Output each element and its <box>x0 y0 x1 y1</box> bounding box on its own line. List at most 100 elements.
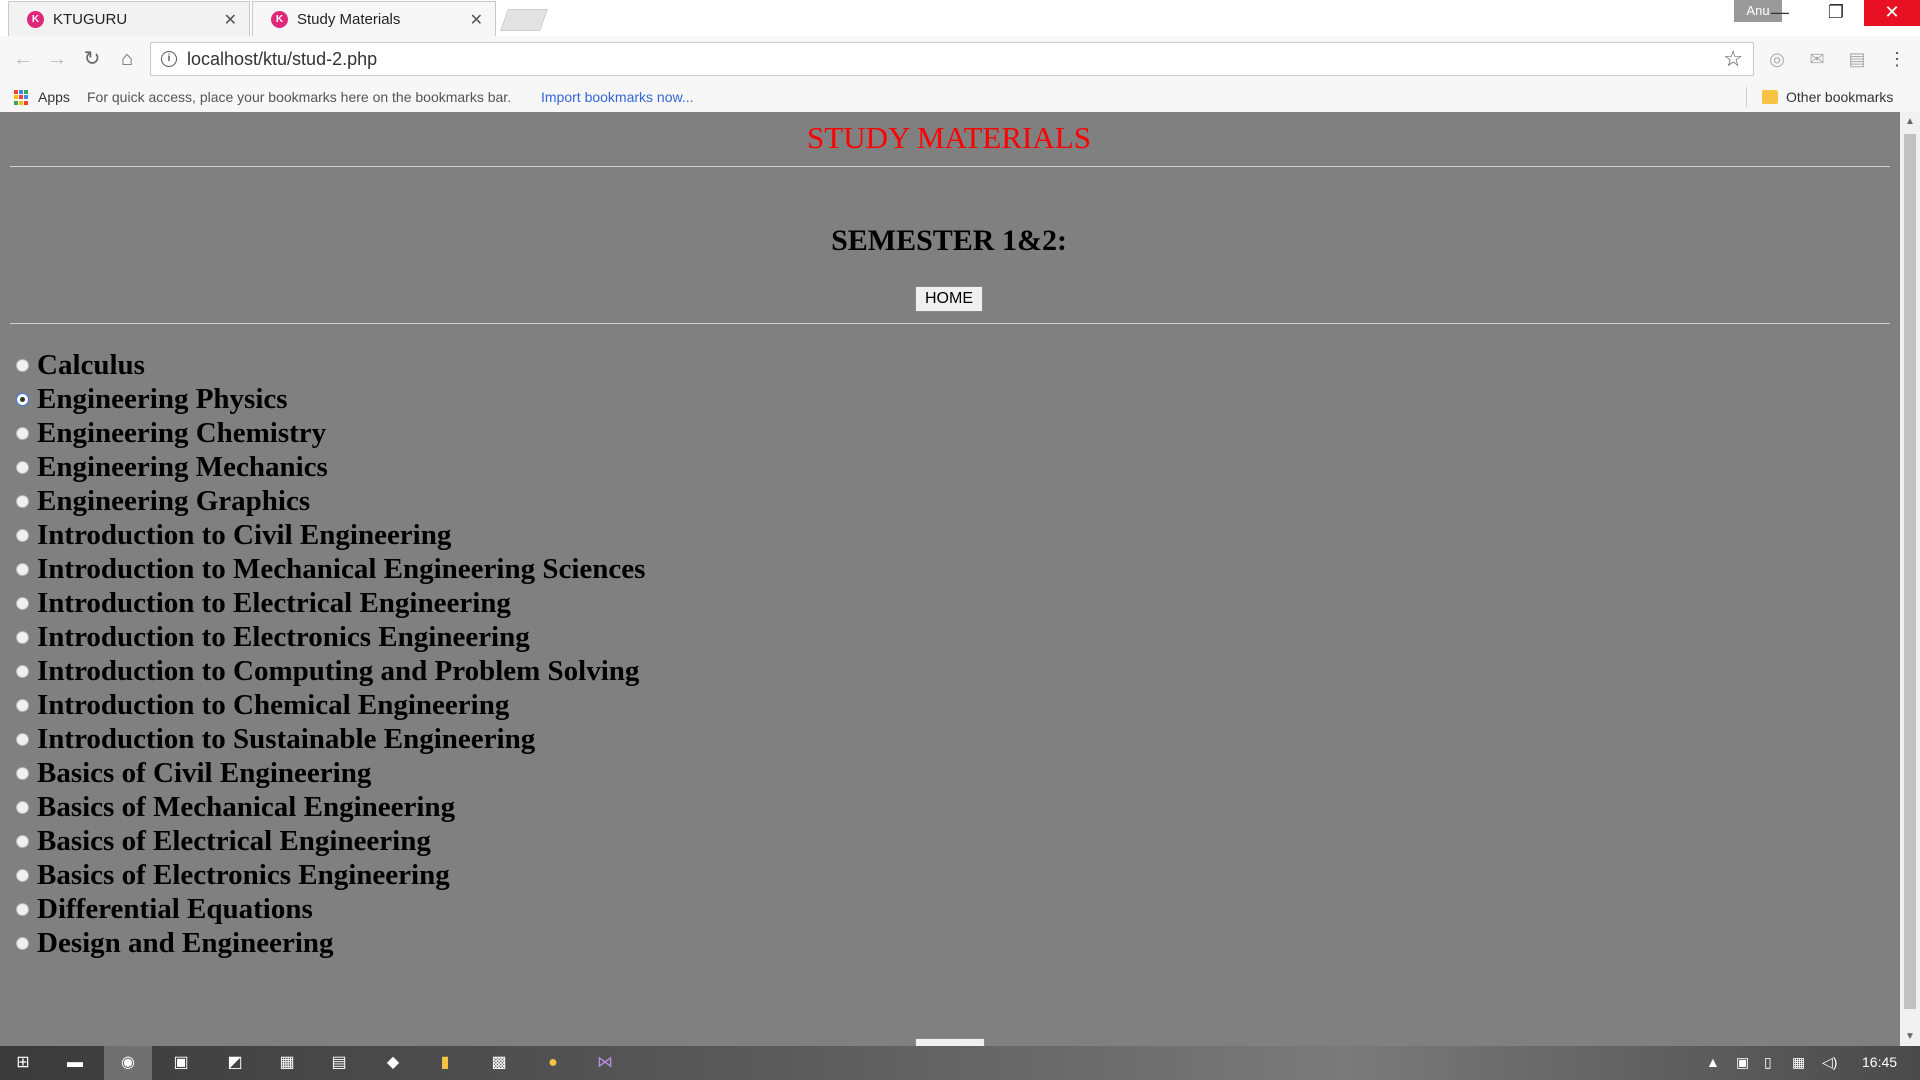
tray-expand-icon[interactable]: ▲ <box>1706 1054 1720 1070</box>
import-bookmarks-link[interactable]: Import bookmarks now... <box>541 89 694 105</box>
page-scrollbar[interactable]: ▲ ▼ <box>1900 112 1920 1046</box>
close-icon[interactable]: ✕ <box>224 10 237 30</box>
address-bar[interactable]: i localhost/ktu/stud-2.php ☆ <box>150 42 1754 76</box>
subject-option[interactable]: Introduction to Electronics Engineering <box>14 620 645 654</box>
radio-button[interactable] <box>16 664 29 678</box>
subject-label[interactable]: Differential Equations <box>37 893 313 926</box>
subject-label[interactable]: Basics of Mechanical Engineering <box>37 791 455 824</box>
subject-label[interactable]: Calculus <box>37 349 145 382</box>
radio-button[interactable] <box>16 528 29 542</box>
forward-icon[interactable]: → <box>46 48 68 70</box>
subject-label[interactable]: Introduction to Electronics Engineering <box>37 621 530 654</box>
app-icon[interactable]: ▣ <box>168 1051 194 1075</box>
new-tab-button[interactable] <box>499 9 549 31</box>
tab-study-materials[interactable]: K Study Materials ✕ <box>252 1 496 36</box>
other-bookmarks-link[interactable]: Other bookmarks <box>1786 89 1893 105</box>
close-window-icon[interactable]: ✕ <box>1864 0 1920 26</box>
scrollbar-thumb[interactable] <box>1904 134 1916 1009</box>
subject-option[interactable]: Engineering Mechanics <box>14 450 645 484</box>
scroll-up-icon[interactable]: ▲ <box>1905 116 1915 127</box>
home-button[interactable]: HOME <box>915 286 983 312</box>
home-icon[interactable]: ⌂ <box>116 48 138 70</box>
subject-option[interactable]: Differential Equations <box>14 892 645 926</box>
apps-link[interactable]: Apps <box>38 89 70 105</box>
clock[interactable]: 16:45 <box>1862 1054 1897 1070</box>
subject-option[interactable]: Introduction to Computing and Problem So… <box>14 654 645 688</box>
radio-button[interactable] <box>16 698 29 712</box>
minimize-icon[interactable]: — <box>1752 0 1808 26</box>
subject-label[interactable]: Design and Engineering <box>37 927 334 960</box>
app-icon[interactable]: ▦ <box>274 1051 300 1075</box>
back-icon[interactable]: ← <box>12 48 34 70</box>
subject-option[interactable]: Basics of Civil Engineering <box>14 756 645 790</box>
subject-label[interactable]: Engineering Chemistry <box>37 417 326 450</box>
subject-label[interactable]: Introduction to Computing and Problem So… <box>37 655 639 688</box>
document-icon[interactable]: ▤ <box>326 1051 352 1075</box>
subject-label[interactable]: Basics of Electronics Engineering <box>37 859 450 892</box>
address-url[interactable]: localhost/ktu/stud-2.php <box>187 49 377 70</box>
radio-button[interactable] <box>16 936 29 950</box>
subject-label[interactable]: Introduction to Sustainable Engineering <box>37 723 535 756</box>
restore-icon[interactable]: ❐ <box>1808 0 1864 26</box>
radio-button[interactable] <box>16 766 29 780</box>
subject-option[interactable]: Introduction to Sustainable Engineering <box>14 722 645 756</box>
bookmark-star-icon[interactable]: ☆ <box>1723 46 1743 72</box>
extension-icon[interactable]: ✉ <box>1806 48 1828 70</box>
reload-icon[interactable]: ↻ <box>81 48 103 70</box>
subject-label[interactable]: Introduction to Electrical Engineering <box>37 587 511 620</box>
radio-button[interactable] <box>16 902 29 916</box>
tab-ktuguru[interactable]: K KTUGURU ✕ <box>8 1 250 36</box>
radio-button[interactable] <box>16 358 29 372</box>
subject-option[interactable]: Introduction to Electrical Engineering <box>14 586 645 620</box>
windows-start-icon[interactable]: ⊞ <box>10 1051 36 1075</box>
radio-button[interactable] <box>16 392 29 406</box>
info-icon[interactable]: i <box>161 51 177 67</box>
subject-label[interactable]: Engineering Mechanics <box>37 451 328 484</box>
visual-studio-icon[interactable]: ⋈ <box>592 1051 618 1075</box>
subject-label[interactable]: Engineering Physics <box>37 383 288 416</box>
battery-icon[interactable]: ▯ <box>1764 1054 1772 1071</box>
volume-icon[interactable]: ◁) <box>1822 1054 1837 1071</box>
subject-label[interactable]: Basics of Electrical Engineering <box>37 825 431 858</box>
radio-button[interactable] <box>16 868 29 882</box>
photos-icon[interactable]: ◩ <box>222 1051 248 1075</box>
file-explorer-icon[interactable]: ▮ <box>432 1051 458 1075</box>
subject-label[interactable]: Introduction to Mechanical Engineering S… <box>37 553 645 586</box>
menu-icon[interactable]: ⋮ <box>1886 48 1908 70</box>
subject-label[interactable]: Engineering Graphics <box>37 485 310 518</box>
app-icon[interactable]: ● <box>540 1051 566 1075</box>
subject-option[interactable]: Introduction to Civil Engineering <box>14 518 645 552</box>
radio-button[interactable] <box>16 426 29 440</box>
subject-option[interactable]: Basics of Mechanical Engineering <box>14 790 645 824</box>
extension-icon[interactable]: ◎ <box>1766 48 1788 70</box>
terminal-icon[interactable]: ▬ <box>62 1051 88 1075</box>
radio-button[interactable] <box>16 460 29 474</box>
subject-option[interactable]: Introduction to Mechanical Engineering S… <box>14 552 645 586</box>
close-icon[interactable]: ✕ <box>470 10 483 30</box>
subject-label[interactable]: Introduction to Chemical Engineering <box>37 689 509 722</box>
radio-button[interactable] <box>16 834 29 848</box>
subject-option[interactable]: Engineering Physics <box>14 382 645 416</box>
subject-option[interactable]: Basics of Electrical Engineering <box>14 824 645 858</box>
subject-label[interactable]: Introduction to Civil Engineering <box>37 519 451 552</box>
radio-button[interactable] <box>16 732 29 746</box>
network-status-icon[interactable]: ▣ <box>1736 1054 1749 1071</box>
wifi-icon[interactable]: ▦ <box>1792 1054 1805 1071</box>
extension-icon[interactable]: ▤ <box>1846 48 1868 70</box>
radio-button[interactable] <box>16 562 29 576</box>
app-icon[interactable]: ◆ <box>380 1051 406 1075</box>
subject-option[interactable]: Engineering Graphics <box>14 484 645 518</box>
radio-button[interactable] <box>16 596 29 610</box>
subject-option[interactable]: Introduction to Chemical Engineering <box>14 688 645 722</box>
radio-button[interactable] <box>16 800 29 814</box>
subject-option[interactable]: Engineering Chemistry <box>14 416 645 450</box>
scroll-down-icon[interactable]: ▼ <box>1905 1031 1915 1042</box>
subject-label[interactable]: Basics of Civil Engineering <box>37 757 371 790</box>
office-icon[interactable]: ▩ <box>486 1051 512 1075</box>
radio-button[interactable] <box>16 494 29 508</box>
subject-option[interactable]: Basics of Electronics Engineering <box>14 858 645 892</box>
subject-option[interactable]: Design and Engineering <box>14 926 645 960</box>
apps-grid-icon[interactable] <box>14 90 29 105</box>
chrome-icon[interactable]: ◉ <box>104 1046 152 1080</box>
radio-button[interactable] <box>16 630 29 644</box>
